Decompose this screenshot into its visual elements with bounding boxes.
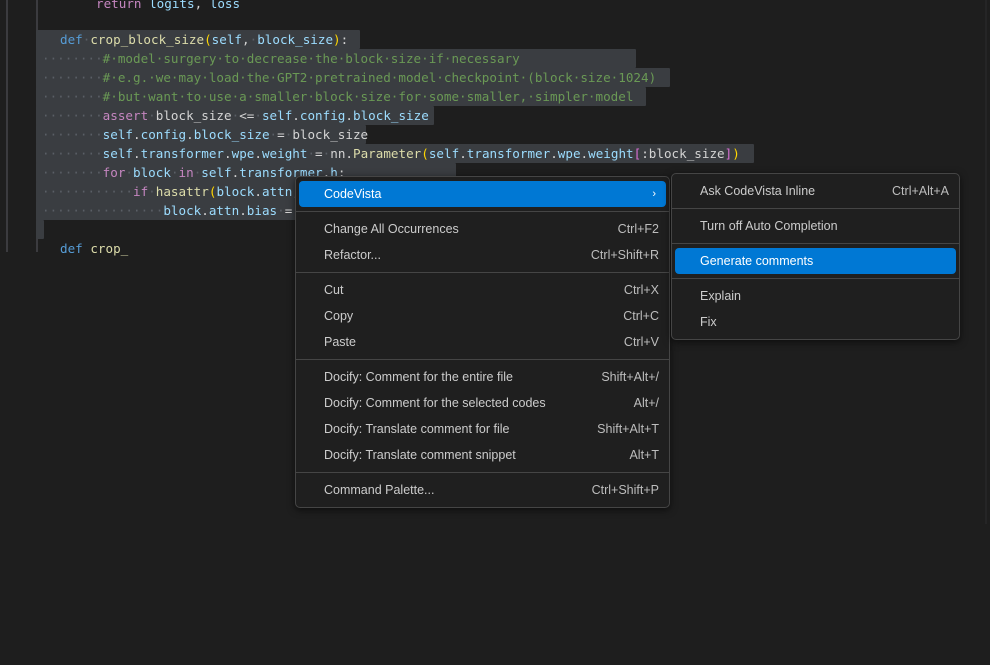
menu-separator: [296, 359, 669, 360]
menu-item-docify-translate-comment-file[interactable]: Docify: Translate comment for file Shift…: [296, 416, 669, 442]
menu-separator: [296, 211, 669, 212]
menu-item-ask-codevista-inline[interactable]: Ask CodeVista Inline Ctrl+Alt+A: [672, 178, 959, 204]
menu-item-explain[interactable]: Explain: [672, 283, 959, 309]
code-line: ········#·model·surgery·to·decrease·the·…: [42, 51, 520, 66]
menu-item-docify-translate-comment-snippet[interactable]: Docify: Translate comment snippet Alt+T: [296, 442, 669, 468]
menu-item-change-all-occurrences[interactable]: Change All Occurrences Ctrl+F2: [296, 216, 669, 242]
menu-item-paste[interactable]: Paste Ctrl+V: [296, 329, 669, 355]
menu-item-keybind: Shift+Alt+/: [601, 370, 659, 384]
menu-item-label: Docify: Translate comment snippet: [324, 448, 516, 462]
menu-item-codevista[interactable]: CodeVista ›: [299, 181, 666, 207]
menu-item-label: CodeVista: [324, 187, 382, 201]
menu-item-docify-comment-entire-file[interactable]: Docify: Comment for the entire file Shif…: [296, 364, 669, 390]
menu-item-label: Docify: Comment for the entire file: [324, 370, 513, 384]
code-line: def crop_: [60, 241, 129, 256]
menu-item-label: Ask CodeVista Inline: [700, 184, 816, 198]
menu-item-fix[interactable]: Fix: [672, 309, 959, 335]
code-line: ············if·hasattr(block.attn,: [42, 184, 300, 199]
code-line: ········#·e.g.·we·may·load·the·GPT2·pret…: [42, 70, 657, 85]
menu-item-label: Docify: Comment for the selected codes: [324, 396, 546, 410]
menu-item-label: Paste: [324, 335, 356, 349]
code-line: return logits, loss: [96, 0, 241, 11]
menu-item-cut[interactable]: Cut Ctrl+X: [296, 277, 669, 303]
menu-item-keybind: Ctrl+V: [623, 335, 659, 349]
menu-separator: [296, 272, 669, 273]
code-line: def·crop_block_size(self,·block_size):: [60, 32, 349, 47]
menu-item-label: Explain: [700, 289, 741, 303]
menu-item-copy[interactable]: Copy Ctrl+C: [296, 303, 669, 329]
menu-item-label: Command Palette...: [324, 483, 435, 497]
menu-item-label: Turn off Auto Completion: [700, 219, 838, 233]
codevista-submenu[interactable]: Ask CodeVista Inline Ctrl+Alt+A Turn off…: [671, 173, 960, 340]
menu-item-keybind: Ctrl+Shift+P: [591, 483, 659, 497]
menu-item-label: Docify: Translate comment for file: [324, 422, 510, 436]
editor-context-menu[interactable]: CodeVista › Change All Occurrences Ctrl+…: [295, 176, 670, 508]
menu-item-keybind: Alt+T: [629, 448, 659, 462]
code-line: ········self.transformer.wpe.weight·=·nn…: [42, 146, 740, 161]
code-line: ················block.attn.bias·=: [42, 203, 293, 218]
menu-separator: [672, 208, 959, 209]
menu-item-label: Change All Occurrences: [324, 222, 459, 236]
menu-separator: [672, 243, 959, 244]
menu-item-docify-comment-selected-codes[interactable]: Docify: Comment for the selected codes A…: [296, 390, 669, 416]
menu-item-label: Generate comments: [700, 254, 814, 268]
menu-item-generate-comments[interactable]: Generate comments: [675, 248, 956, 274]
menu-item-refactor[interactable]: Refactor... Ctrl+Shift+R: [296, 242, 669, 268]
menu-item-label: Cut: [324, 283, 344, 297]
menu-separator: [296, 472, 669, 473]
menu-item-keybind: Ctrl+Shift+R: [590, 248, 659, 262]
menu-item-keybind: Ctrl+Alt+A: [892, 184, 949, 198]
menu-item-label: Copy: [324, 309, 354, 323]
menu-item-keybind: Ctrl+F2: [617, 222, 659, 236]
menu-item-label: Fix: [700, 315, 717, 329]
menu-item-keybind: Alt+/: [633, 396, 659, 410]
menu-separator: [672, 278, 959, 279]
chevron-right-icon: ›: [652, 187, 656, 200]
menu-item-turn-off-auto-completion[interactable]: Turn off Auto Completion: [672, 213, 959, 239]
menu-item-keybind: Ctrl+C: [623, 309, 659, 323]
code-line: ········self.config.block_size·=·block_s…: [42, 127, 369, 142]
code-line: ········assert·block_size·<=·self.config…: [42, 108, 429, 123]
code-line: ········#·but·want·to·use·a·smaller·bloc…: [42, 89, 634, 104]
menu-item-keybind: Shift+Alt+T: [597, 422, 659, 436]
menu-item-label: Refactor...: [324, 248, 381, 262]
menu-item-command-palette[interactable]: Command Palette... Ctrl+Shift+P: [296, 477, 669, 503]
menu-item-keybind: Ctrl+X: [623, 283, 659, 297]
